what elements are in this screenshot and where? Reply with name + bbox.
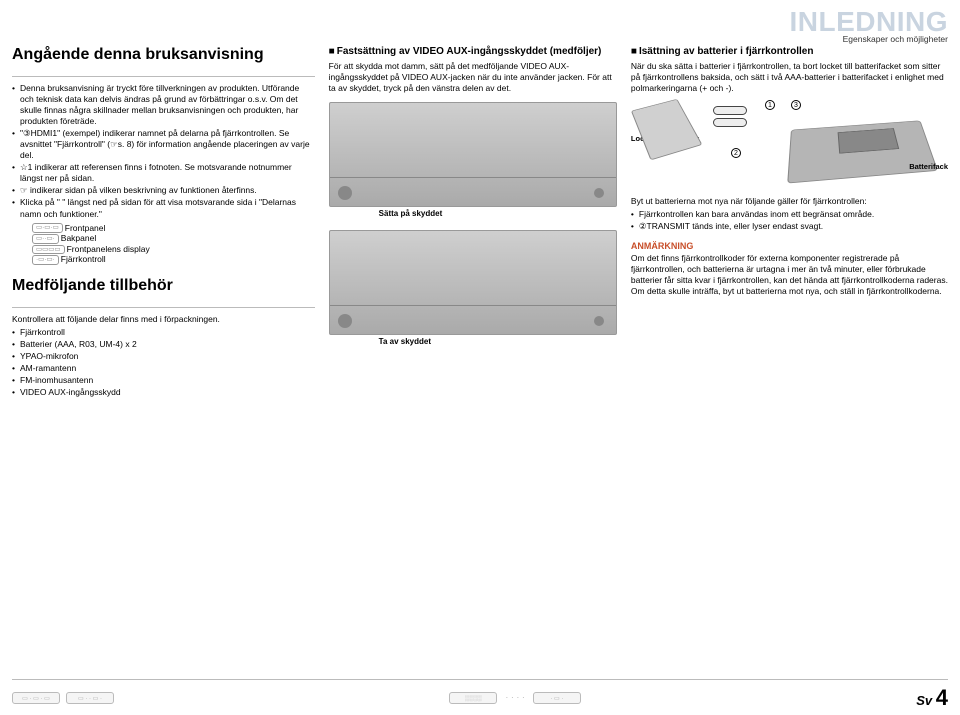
display-label: Frontpanelens display: [67, 244, 150, 254]
replace-list: Fjärrkontrollen kan bara användas inom e…: [631, 209, 948, 233]
note-body: Om det finns fjärrkontrollkoder för exte…: [631, 253, 948, 297]
divider: [12, 76, 315, 77]
footer-pill-icon[interactable]: ░░░░: [449, 692, 497, 704]
step-1: 1: [765, 100, 775, 110]
battery-cell-icon: [713, 106, 747, 115]
aux-body: För att skydda mot damm, sätt på det med…: [329, 61, 617, 94]
device-illustration-remove: [329, 230, 617, 335]
note-title: ANMÄRKNING: [631, 241, 948, 251]
frontpanel-tag-icon: ▭·▭·▭: [32, 223, 63, 233]
remote-tag-icon: ·▭·▭·: [32, 255, 59, 265]
about-title: Angående denna bruksanvisning: [12, 46, 315, 64]
remote-body-illustration: [787, 121, 938, 184]
aux-title-text: Fastsättning av VIDEO AUX-ingångsskyddet…: [337, 46, 602, 57]
about-bullet: "③HDMI1" (exempel) indikerar namnet på d…: [12, 128, 315, 161]
divider: [12, 307, 315, 308]
frontpanel-label: Frontpanel: [65, 223, 106, 233]
battery-title-text: Isättning av batterier i fjärrkontrollen: [639, 46, 813, 57]
label-compartment: Batterifack: [909, 162, 948, 171]
about-bullet: ☆1 indikerar att referensen finns i fotn…: [12, 162, 315, 184]
about-bullets: Denna bruksanvisning är tryckt före till…: [12, 83, 315, 221]
about-bullet: ☞ indikerar sidan på vilken beskrivning …: [12, 185, 315, 196]
battery-cell-icon: [713, 118, 747, 127]
accessory-item: VIDEO AUX-ingångsskydd: [12, 387, 315, 398]
lid-illustration: [631, 99, 703, 161]
accessory-item: FM-inomhusantenn: [12, 375, 315, 386]
replace-item: ②TRANSMIT tänds inte, eller lyser endast…: [631, 221, 948, 232]
replace-intro: Byt ut batterierna mot nya när följande …: [631, 196, 948, 207]
footer-dots-icon: · · · ·: [505, 692, 525, 704]
display-tag-icon: ▭▭▭▭: [32, 245, 65, 255]
remote-label: Fjärrkontroll: [61, 254, 106, 264]
column-about-manual: Angående denna bruksanvisning Denna bruk…: [12, 46, 315, 679]
manual-page: INLEDNING Egenskaper och möjligheter Ang…: [0, 0, 960, 715]
accessories-title: Medföljande tillbehör: [12, 277, 315, 295]
caption-attach: Sätta på skyddet: [379, 209, 617, 218]
aux-title: ■Fastsättning av VIDEO AUX-ingångsskydde…: [329, 46, 617, 57]
accessory-item: Batterier (AAA, R03, UM-4) x 2: [12, 339, 315, 350]
footer-nav-pills: ▭ · ▭ · ▭ ▭ · · ▭ ·: [12, 692, 114, 704]
caption-remove: Ta av skyddet: [379, 337, 617, 346]
replace-item: Fjärrkontrollen kan bara användas inom e…: [631, 209, 948, 220]
accessory-item: AM-ramantenn: [12, 363, 315, 374]
page-number: Sv 4: [916, 685, 948, 711]
accessories-list: Fjärrkontroll Batterier (AAA, R03, UM-4)…: [12, 327, 315, 399]
accessories-intro: Kontrollera att följande delar finns med…: [12, 314, 315, 325]
about-bullet: Denna bruksanvisning är tryckt före till…: [12, 83, 315, 127]
footer-mid-icons: ░░░░ · · · · · ▭ ·: [449, 692, 581, 704]
page-footer: ▭ · ▭ · ▭ ▭ · · ▭ · ░░░░ · · · · · ▭ · S…: [12, 679, 948, 711]
footer-pill-icon[interactable]: · ▭ ·: [533, 692, 581, 704]
accessory-item: Fjärrkontroll: [12, 327, 315, 338]
backpanel-tag-icon: ▭··▭·: [32, 234, 59, 244]
footer-pill-icon[interactable]: ▭ · ▭ · ▭: [12, 692, 60, 704]
panel-tags: ▭·▭·▭Frontpanel ▭··▭·Bakpanel ▭▭▭▭Frontp…: [32, 223, 315, 266]
battery-body: När du ska sätta i batterier i fjärrkont…: [631, 61, 948, 94]
battery-diagram: Lock till batterifack 1 3 2 Batterifack: [631, 100, 948, 190]
about-bullet: Klicka på " " längst ned på sidan för at…: [12, 197, 315, 219]
column-batteries: ■Isättning av batterier i fjärrkontrolle…: [631, 46, 948, 679]
footer-pill-icon[interactable]: ▭ · · ▭ ·: [66, 692, 114, 704]
page-num: 4: [936, 685, 948, 710]
step-3: 3: [791, 100, 801, 110]
column-aux-cover: ■Fastsättning av VIDEO AUX-ingångsskydde…: [329, 46, 617, 679]
backpanel-label: Bakpanel: [61, 233, 96, 243]
header-title: INLEDNING: [12, 8, 948, 36]
page-header: INLEDNING Egenskaper och möjligheter: [12, 8, 948, 44]
device-illustration-attach: [329, 102, 617, 207]
step-2: 2: [731, 148, 741, 158]
content-columns: Angående denna bruksanvisning Denna bruk…: [12, 46, 948, 679]
accessory-item: YPAO-mikrofon: [12, 351, 315, 362]
battery-title: ■Isättning av batterier i fjärrkontrolle…: [631, 46, 948, 57]
lang-code: Sv: [916, 693, 932, 708]
